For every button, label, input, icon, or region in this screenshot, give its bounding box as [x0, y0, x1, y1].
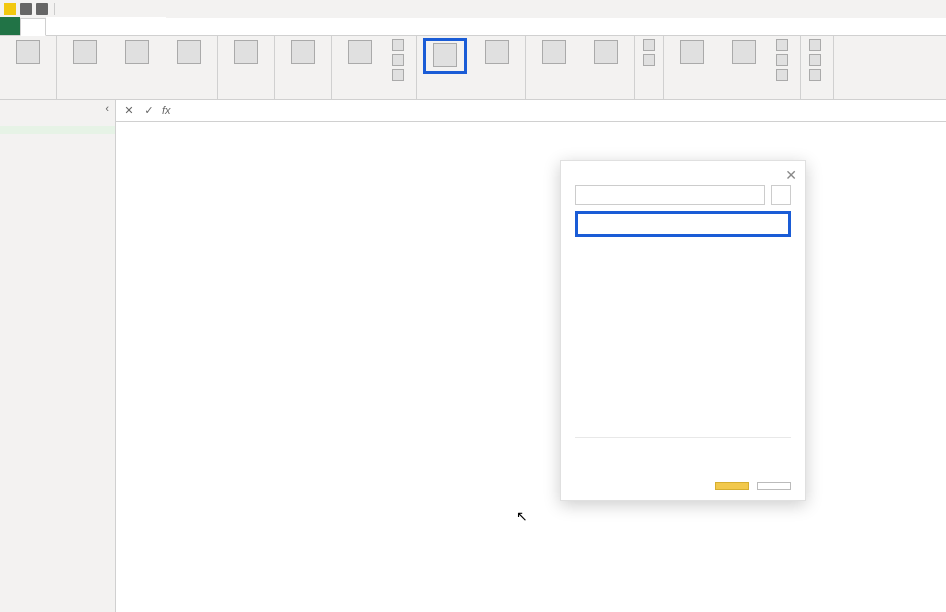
- undo-icon[interactable]: [36, 3, 48, 15]
- combine-files-button[interactable]: [807, 68, 827, 82]
- keep-rows-button[interactable]: [532, 38, 576, 68]
- tab-view[interactable]: [94, 17, 118, 35]
- recent-sources-button[interactable]: [115, 38, 159, 68]
- queries-header[interactable]: ‹: [0, 100, 115, 118]
- group-query: [338, 96, 410, 99]
- data-source-icon: [234, 40, 258, 64]
- manage-button[interactable]: [390, 68, 410, 82]
- first-row-headers-button[interactable]: [774, 53, 794, 67]
- sort-asc-button[interactable]: [641, 38, 657, 52]
- group-sort: [641, 96, 657, 99]
- queries-pane: ‹: [0, 100, 116, 612]
- merge-queries-icon: [809, 39, 821, 51]
- merge-queries-button[interactable]: [807, 38, 827, 52]
- column-list: [575, 211, 791, 237]
- refresh-preview-button[interactable]: [338, 38, 382, 68]
- parameters-icon: [291, 40, 315, 64]
- manage-icon: [392, 69, 404, 81]
- group-data-sources: [224, 96, 268, 99]
- group-parameters: [281, 96, 325, 99]
- cancel-button[interactable]: [757, 482, 791, 490]
- sort-desc-button[interactable]: [641, 53, 657, 67]
- file-tab[interactable]: [0, 17, 20, 35]
- data-source-settings-button[interactable]: [224, 38, 268, 68]
- sort-asc-icon: [643, 39, 655, 51]
- remove-rows-button[interactable]: [584, 38, 628, 68]
- cancel-formula-icon[interactable]: ✕: [122, 104, 136, 118]
- choose-columns-dialog: ✕: [560, 160, 806, 501]
- refresh-icon: [348, 40, 372, 64]
- group-by-icon: [732, 40, 756, 64]
- group-by-button[interactable]: [722, 38, 766, 68]
- append-queries-button[interactable]: [807, 53, 827, 67]
- tab-help[interactable]: [142, 17, 166, 35]
- recent-sources-icon: [125, 40, 149, 64]
- enter-data-button[interactable]: [167, 38, 211, 68]
- search-columns-input[interactable]: [575, 185, 765, 205]
- advanced-editor-icon: [392, 54, 404, 66]
- query-item-dates[interactable]: [0, 118, 115, 126]
- tab-home[interactable]: [20, 18, 46, 36]
- formula-bar: ✕ ✓ fx: [116, 100, 946, 122]
- remove-rows-icon: [594, 40, 618, 64]
- data-type-button[interactable]: [774, 38, 794, 52]
- data-type-icon: [776, 39, 788, 51]
- group-combine: [807, 96, 827, 99]
- group-transform: [670, 96, 794, 99]
- group-reduce-rows: [532, 96, 628, 99]
- ribbon: [0, 36, 946, 100]
- append-queries-icon: [809, 54, 821, 66]
- close-apply-button[interactable]: [6, 38, 50, 68]
- manage-parameters-button[interactable]: [281, 38, 325, 68]
- split-column-icon: [680, 40, 704, 64]
- replace-icon: [776, 69, 788, 81]
- remove-columns-icon: [485, 40, 509, 64]
- collapse-pane-icon[interactable]: ‹: [105, 103, 109, 115]
- choose-columns-button[interactable]: [423, 38, 467, 74]
- remove-columns-button[interactable]: [475, 38, 519, 68]
- ribbon-tabs: [0, 18, 946, 36]
- sort-columns-button[interactable]: [771, 185, 791, 205]
- ok-button[interactable]: [715, 482, 749, 490]
- fx-icon[interactable]: fx: [162, 105, 171, 117]
- tab-transform[interactable]: [46, 17, 70, 35]
- group-new-query: [63, 96, 211, 99]
- group-manage-columns: [423, 96, 519, 99]
- tab-add-column[interactable]: [70, 17, 94, 35]
- properties-icon: [392, 39, 404, 51]
- advanced-editor-button[interactable]: [390, 53, 410, 67]
- first-row-icon: [776, 54, 788, 66]
- title-bar: [0, 0, 946, 18]
- close-dialog-icon[interactable]: ✕: [785, 167, 797, 184]
- choose-columns-icon: [433, 43, 457, 67]
- tab-tools[interactable]: [118, 17, 142, 35]
- split-column-button[interactable]: [670, 38, 714, 68]
- keep-rows-icon: [542, 40, 566, 64]
- group-close: [6, 96, 50, 99]
- replace-values-button[interactable]: [774, 68, 794, 82]
- app-icon: [4, 3, 16, 15]
- new-source-icon: [73, 40, 97, 64]
- sort-desc-icon: [643, 54, 655, 66]
- save-icon[interactable]: [20, 3, 32, 15]
- query-item-sample[interactable]: [0, 126, 115, 134]
- enter-data-icon: [177, 40, 201, 64]
- properties-button[interactable]: [390, 38, 410, 52]
- commit-formula-icon[interactable]: ✓: [142, 104, 156, 118]
- combine-files-icon: [809, 69, 821, 81]
- close-apply-icon: [16, 40, 40, 64]
- new-source-button[interactable]: [63, 38, 107, 68]
